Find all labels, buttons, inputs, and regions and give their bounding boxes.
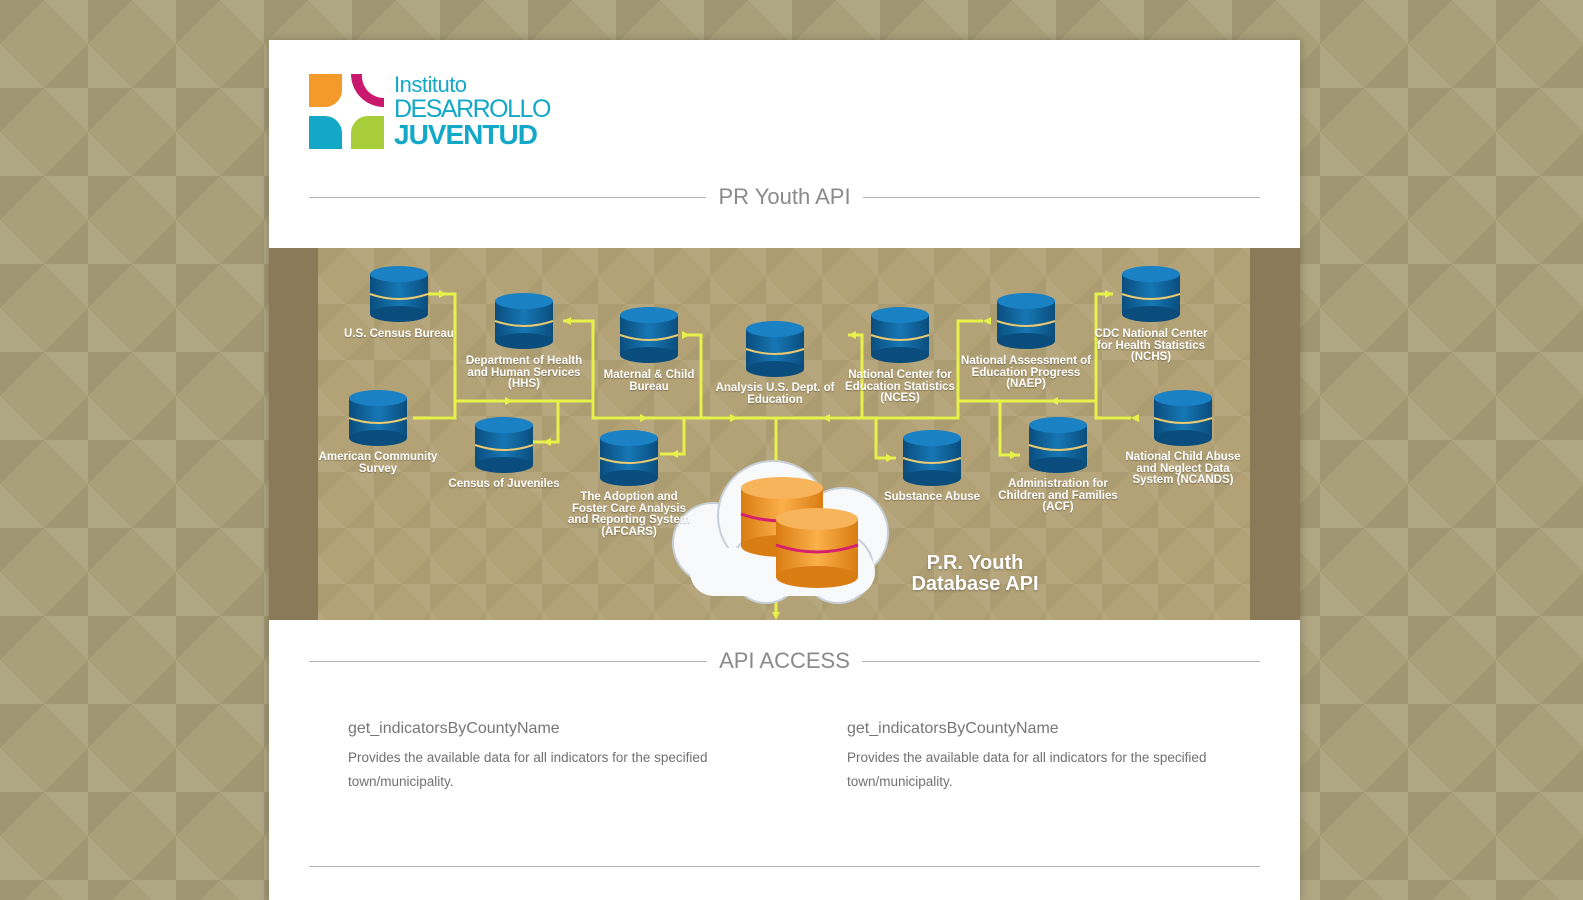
section-divider [309, 866, 1260, 867]
source-label: Maternal & Child Bureau [603, 369, 695, 393]
title-rule-right [861, 660, 1260, 662]
logo-mark-icon [309, 74, 384, 149]
api-method-name[interactable]: get_indicatorsByCountyName [348, 720, 748, 738]
source-label: U.S. Census Bureau [344, 328, 454, 340]
api-method-card: get_indicatorsByCountyName Provides the … [348, 720, 748, 794]
logo-line-1: Instituto [394, 72, 467, 97]
title-rule-left [309, 196, 707, 198]
page-title: PR Youth API [718, 184, 851, 209]
api-method-name[interactable]: get_indicatorsByCountyName [847, 720, 1247, 738]
diagram-connectors [348, 265, 1213, 620]
header-title-row: PR Youth API [309, 184, 1261, 210]
source-label: CDC National Center for Health Statistic… [1094, 328, 1208, 363]
logo-wordmark: Instituto DESARROLLO JUVENTUD [394, 72, 551, 150]
api-access-title: API ACCESS [719, 648, 850, 673]
api-access-title-row: API ACCESS [309, 648, 1260, 674]
page-card: Instituto DESARROLLO JUVENTUD PR Youth A… [269, 40, 1300, 900]
source-label: National Child Abuse and Neglect Data Sy… [1125, 451, 1241, 486]
api-method-card: get_indicatorsByCountyName Provides the … [847, 720, 1247, 794]
source-label: Substance Abuse [883, 491, 981, 503]
source-label: Census of Juveniles [448, 478, 560, 490]
source-label: Analysis U.S. Dept. of Education [715, 382, 835, 406]
database-api-title: P.R. Youth Database API [911, 552, 1039, 595]
source-label: Administration for Children and Families… [998, 478, 1118, 513]
source-label: National Assessment of Education Progres… [961, 355, 1091, 390]
title-rule-right [862, 196, 1261, 198]
institute-logo[interactable]: Instituto DESARROLLO JUVENTUD [309, 72, 551, 152]
source-label: National Center for Education Statistics… [845, 369, 955, 404]
central-db-front-icon [774, 506, 860, 590]
api-method-description: Provides the available data for all indi… [847, 750, 1207, 789]
logo-line-3: JUVENTUD [394, 119, 538, 150]
api-diagram-banner: U.S. Census Bureau American Community Su… [269, 248, 1300, 620]
source-label: American Community Survey [318, 451, 438, 475]
source-label: The Adoption and Foster Care Analysis an… [567, 491, 691, 538]
title-rule-left [309, 660, 708, 662]
source-label: Department of Health and Human Services … [465, 355, 583, 390]
api-method-description: Provides the available data for all indi… [348, 750, 708, 789]
diagram-panel: U.S. Census Bureau American Community Su… [318, 248, 1250, 620]
